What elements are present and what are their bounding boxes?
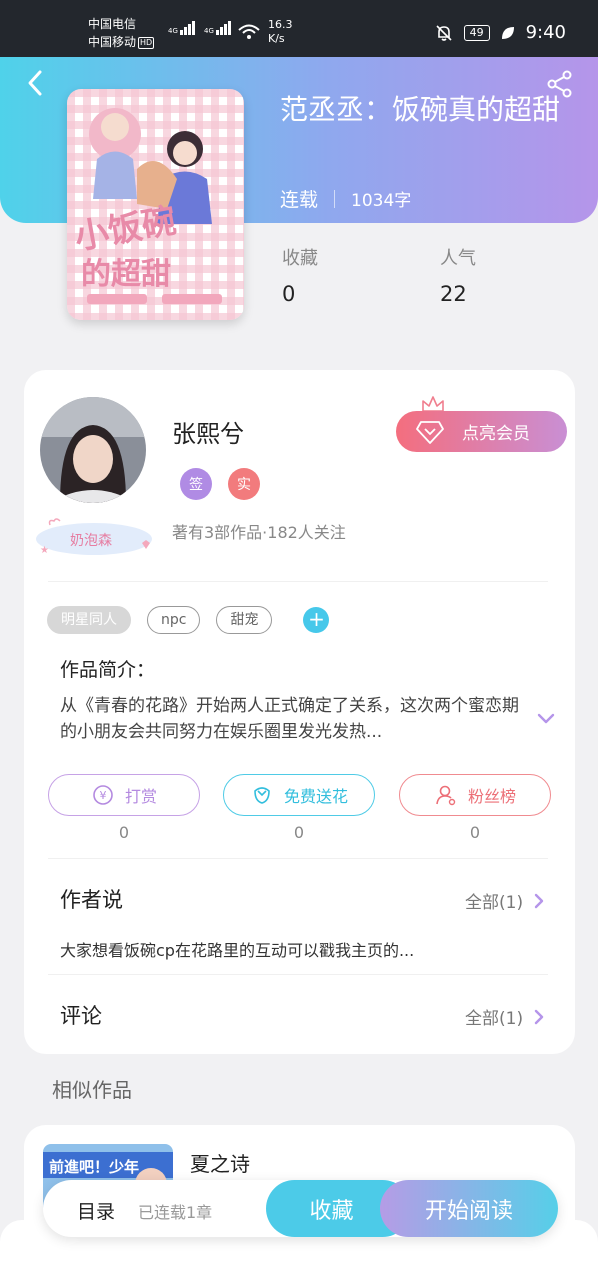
status-bar: 中国电信 中国移动 HD 4G 4G 16.3 K/s 49 9:40	[0, 0, 598, 57]
fans-label: 粉丝榜	[467, 787, 516, 806]
chevron-right-icon	[534, 1009, 544, 1024]
stat-popularity: 人气 22	[440, 244, 476, 306]
network-speed: 16.3 K/s	[268, 18, 293, 46]
add-tag-button[interactable]: +	[303, 607, 330, 633]
status-right: 49 9:40	[434, 22, 566, 43]
leaf-icon	[501, 26, 514, 39]
reward-count: 0	[118, 823, 130, 842]
vip-button[interactable]: 点亮会员	[396, 411, 567, 452]
toc-status: 已连载1章	[138, 1203, 213, 1222]
stat-value: 22	[440, 282, 467, 306]
diamond-icon	[416, 421, 444, 444]
tag-item[interactable]: npc	[147, 606, 201, 634]
flower-icon	[254, 787, 270, 804]
similar-cover-text: 前進吧！少年	[49, 1158, 140, 1176]
book-cover[interactable]: 小饭碗 的超甜	[67, 89, 244, 320]
back-arrow-icon[interactable]	[22, 68, 52, 98]
battery-icon: 49	[463, 24, 490, 41]
intro-text: 从《青春的花路》开始两人正式确定了关系，这次两个蜜恋期的小朋友会共同努力在娱乐圈…	[60, 696, 519, 742]
author-says-text[interactable]: 大家想看饭碗cp在花路里的互动可以戳我主页的...	[60, 937, 414, 961]
book-title: 范丞丞：饭碗真的超甜	[280, 93, 561, 126]
comments-more-label: 全部(1)	[465, 1009, 524, 1029]
tag-item[interactable]: 甜宠	[216, 606, 273, 634]
verified-badge: 实	[228, 468, 260, 500]
toc-button[interactable]: 目录	[77, 1197, 115, 1224]
carrier-2: 中国移动	[88, 35, 137, 49]
stat-value: 0	[282, 282, 296, 306]
author-name[interactable]: 张熙兮	[172, 414, 244, 449]
user-icon	[436, 785, 456, 806]
stat-label: 收藏	[282, 248, 318, 269]
comments-title: 评论	[60, 1004, 102, 1028]
signal-icon: 4G	[168, 21, 196, 35]
clock: 9:40	[525, 22, 566, 43]
tag-list: 明星同人 npc 甜宠 +	[47, 606, 330, 634]
speed-unit: K/s	[268, 32, 285, 45]
comments-more[interactable]: 全部(1)	[465, 1004, 545, 1029]
wifi-icon	[238, 24, 260, 39]
fan-ranking-button[interactable]: 粉丝榜	[399, 774, 551, 816]
vip-button-label: 点亮会员	[462, 424, 530, 444]
nickname-badge: ★ 奶泡森	[34, 517, 154, 557]
send-flower-button[interactable]: 免费送花	[223, 774, 375, 816]
book-meta: 连载 1034字	[280, 185, 411, 212]
svg-text:¥: ¥	[99, 789, 106, 802]
start-reading-button[interactable]: 开始阅读	[380, 1180, 558, 1237]
author-says-more[interactable]: 全部(1)	[465, 888, 545, 913]
word-count: 1034字	[351, 191, 412, 211]
stat-label: 人气	[440, 248, 476, 269]
start-reading-label: 开始阅读	[424, 1198, 513, 1224]
speed-value: 16.3	[268, 18, 293, 31]
nickname-text: 奶泡森	[70, 533, 112, 549]
author-says-more-label: 全部(1)	[465, 893, 524, 913]
flower-count: 0	[293, 823, 305, 842]
similar-heading: 相似作品	[52, 1078, 132, 1102]
signal-icon-2: 4G	[204, 21, 232, 35]
mute-bell-icon	[436, 24, 452, 41]
svg-text:★: ★	[40, 545, 49, 556]
flower-label: 免费送花	[283, 787, 348, 806]
reward-label: 打赏	[124, 787, 157, 806]
divider	[48, 974, 548, 975]
network-type-2: 4G	[204, 27, 214, 35]
stat-favorites: 收藏 0	[282, 244, 318, 306]
author-badges: 签 实	[180, 468, 260, 500]
divider	[48, 858, 548, 859]
similar-title: 夏之诗	[190, 1152, 250, 1176]
hd-badge: HD	[138, 37, 155, 49]
author-avatar[interactable]	[40, 397, 146, 503]
author-info: 著有3部作品·182人关注	[172, 523, 346, 542]
carrier-info: 中国电信 中国移动 HD	[88, 15, 155, 51]
chevron-right-icon	[534, 893, 544, 908]
collect-label: 收藏	[309, 1198, 354, 1224]
svg-text:的超甜: 的超甜	[81, 257, 171, 292]
signed-badge: 签	[180, 468, 212, 500]
network-type-1: 4G	[168, 27, 178, 35]
chevron-down-icon[interactable]	[535, 710, 557, 726]
tag-item[interactable]: 明星同人	[47, 606, 131, 634]
reward-button[interactable]: ¥ 打赏	[48, 774, 200, 816]
fans-count: 0	[469, 823, 481, 842]
author-says-title: 作者说	[60, 888, 123, 912]
meta-divider	[334, 189, 336, 208]
coin-icon: ¥	[93, 785, 113, 805]
book-status: 连载	[280, 189, 319, 211]
intro-title: 作品简介：	[60, 659, 156, 681]
carrier-1: 中国电信	[88, 17, 137, 31]
divider	[48, 581, 548, 582]
